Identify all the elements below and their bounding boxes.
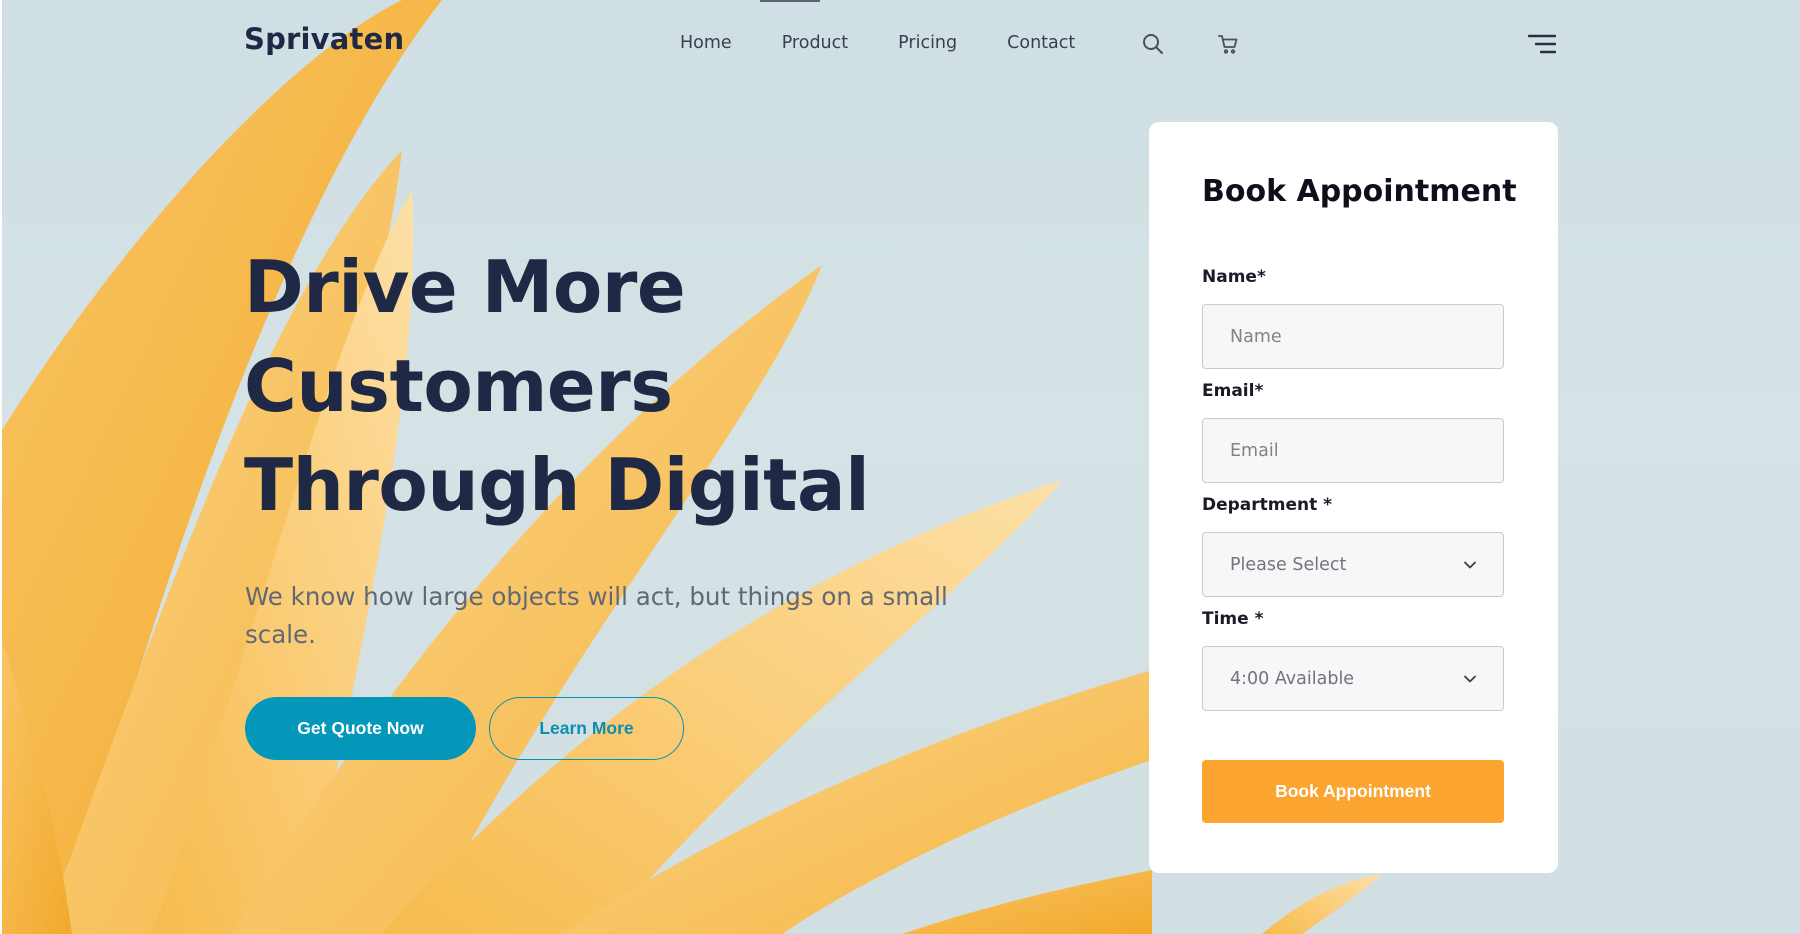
main-nav: Home Product Pricing Contact bbox=[680, 33, 1125, 53]
get-quote-button[interactable]: Get Quote Now bbox=[245, 697, 476, 760]
chevron-down-icon bbox=[1464, 561, 1476, 569]
headline-line-2: Customers bbox=[244, 344, 673, 428]
hamburger-menu-icon[interactable] bbox=[1527, 33, 1557, 55]
headline-line-1: Drive More bbox=[244, 245, 686, 329]
nav-item-product[interactable]: Product bbox=[782, 33, 848, 53]
name-field-wrapper bbox=[1202, 304, 1504, 369]
name-input[interactable] bbox=[1230, 326, 1503, 347]
cart-icon[interactable] bbox=[1217, 33, 1239, 55]
department-label: Department * bbox=[1202, 495, 1333, 515]
hero-headline: Drive More Customers Through Digital bbox=[244, 238, 870, 535]
time-label: Time * bbox=[1202, 609, 1264, 629]
nav-item-contact[interactable]: Contact bbox=[1007, 33, 1075, 53]
learn-more-button[interactable]: Learn More bbox=[489, 697, 684, 760]
brand-logo[interactable]: Sprivaten bbox=[244, 22, 404, 56]
nav-item-home[interactable]: Home bbox=[680, 33, 732, 53]
headline-line-3: Through Digital bbox=[244, 443, 870, 527]
email-field-wrapper bbox=[1202, 418, 1504, 483]
department-select[interactable]: Please Select bbox=[1202, 532, 1504, 597]
email-label: Email* bbox=[1202, 381, 1264, 401]
chevron-down-icon bbox=[1464, 675, 1476, 683]
book-appointment-button[interactable]: Book Appointment bbox=[1202, 760, 1504, 823]
department-select-value: Please Select bbox=[1230, 554, 1347, 575]
name-label: Name* bbox=[1202, 267, 1266, 287]
nav-item-pricing[interactable]: Pricing bbox=[898, 33, 957, 53]
time-select-value: 4:00 Available bbox=[1230, 668, 1355, 689]
search-icon[interactable] bbox=[1142, 33, 1164, 55]
nav-active-indicator bbox=[760, 0, 820, 2]
form-title: Book Appointment bbox=[1202, 174, 1517, 209]
time-select[interactable]: 4:00 Available bbox=[1202, 646, 1504, 711]
hero-subtext: We know how large objects will act, but … bbox=[245, 582, 948, 649]
email-input[interactable] bbox=[1230, 440, 1503, 461]
appointment-form-card: Book Appointment Name* Email* Department… bbox=[1149, 122, 1558, 873]
